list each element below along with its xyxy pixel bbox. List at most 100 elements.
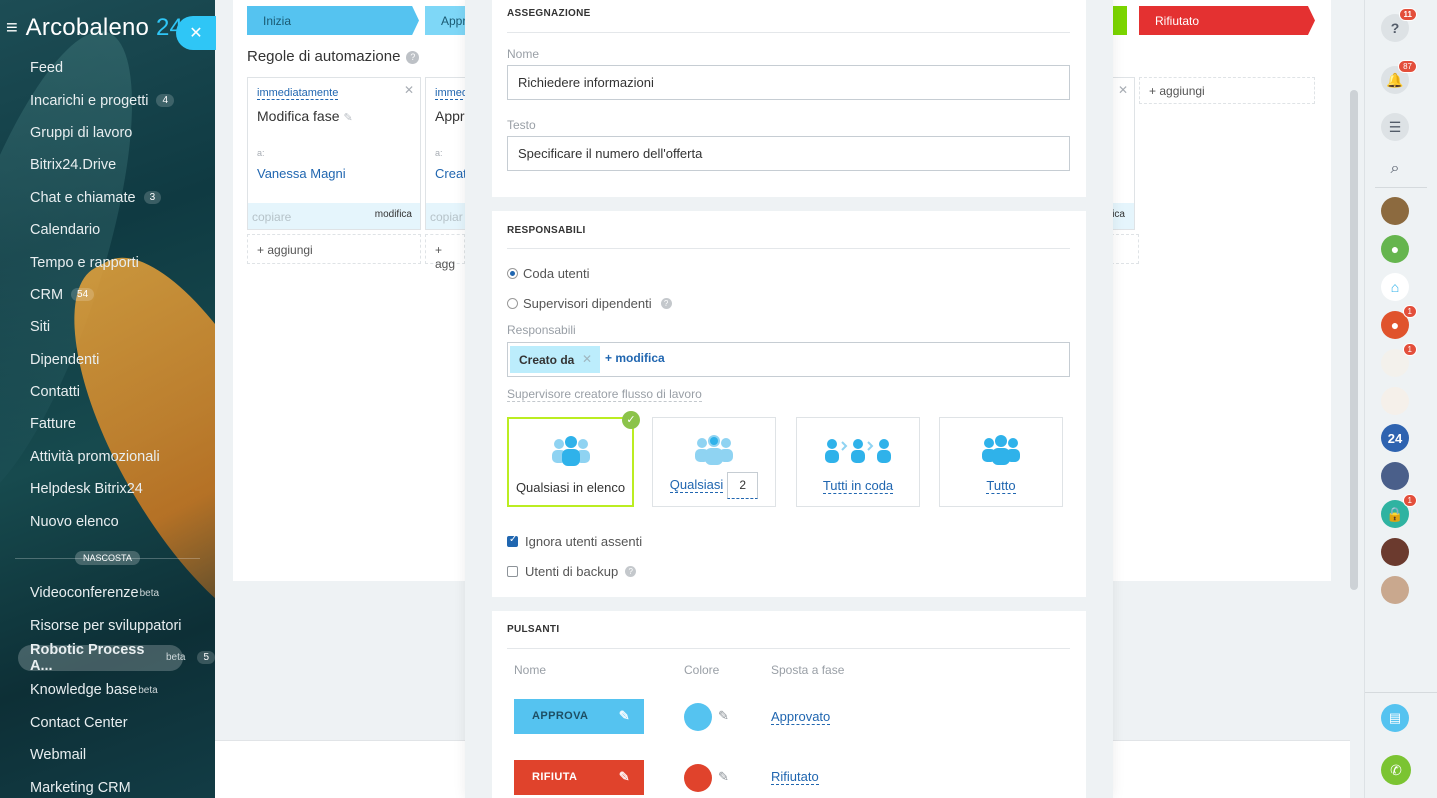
counter-badge: 3	[143, 191, 162, 205]
sidebar-item-promotions[interactable]: Attività promozionali	[0, 441, 215, 473]
help-icon[interactable]: ?	[625, 566, 637, 577]
avatar[interactable]: 1	[1381, 343, 1417, 377]
menu-icon[interactable]: ≡	[6, 17, 18, 40]
sidebar-item-sites[interactable]: Siti	[0, 311, 215, 343]
sidebar-item-drive[interactable]: Bitrix24.Drive	[0, 149, 215, 181]
approve-button[interactable]: APPROVA ✎	[514, 699, 644, 734]
sidebar-item-webmail[interactable]: Webmail	[0, 739, 215, 771]
close-icon[interactable]: ✕	[1118, 83, 1128, 97]
phone-icon[interactable]: ✆	[1381, 755, 1411, 785]
sidebar-item-feed[interactable]: Feed	[0, 52, 215, 84]
portal-logo[interactable]: Arcobaleno 24	[26, 14, 183, 42]
avatar[interactable]	[1381, 576, 1409, 604]
avatar[interactable]	[1381, 197, 1409, 225]
avatar[interactable]	[1381, 462, 1409, 490]
rule-timing[interactable]: immed	[435, 87, 469, 100]
sidebar-item-rpa[interactable]: Robotic Process A... beta 5	[0, 642, 215, 674]
sidebar-item-tasks[interactable]: Incarichi e progetti 4	[0, 84, 215, 116]
sidebar-item-marketing[interactable]: Marketing CRM	[0, 771, 215, 798]
chat-icon[interactable]: ☰	[1381, 113, 1409, 141]
sidebar-item-knowledge-base[interactable]: Knowledge base beta	[0, 674, 215, 706]
lock-icon[interactable]: 🔒 1	[1381, 494, 1417, 528]
section-title: ASSEGNAZIONE	[507, 8, 591, 19]
sidebar-item-developer-resources[interactable]: Risorse per sviluppatori	[0, 609, 215, 641]
radio-supervisors[interactable]: Supervisori dipendenti?	[507, 296, 672, 311]
avatar[interactable]	[1381, 538, 1409, 566]
stage-select-link[interactable]: Rifiutato	[771, 769, 819, 785]
backup-users-checkbox[interactable]: Utenti di backup?	[507, 564, 637, 579]
sidebar-item-time-reports[interactable]: Tempo e rapporti	[0, 246, 215, 278]
sidebar-menu: Feed Incarichi e progetti 4 Gruppi di lav…	[0, 52, 215, 538]
phone-transfer-icon[interactable]: ▤	[1381, 704, 1409, 732]
sidebar-item-videoconference[interactable]: Videoconferenze beta	[0, 577, 215, 609]
rule-user[interactable]: Creat	[435, 166, 467, 181]
rule-card[interactable]: immediatamente ✕ Modifica fase ✎ a: Vanes…	[247, 77, 421, 230]
help-icon[interactable]: ?	[660, 298, 672, 309]
color-swatch[interactable]	[684, 703, 712, 731]
modify-link[interactable]: modifica	[375, 209, 412, 220]
stage-select-link[interactable]: Approvato	[771, 709, 831, 725]
option-any[interactable]: Qualsiasi 2	[652, 417, 776, 507]
sidebar-item-calendar[interactable]: Calendario	[0, 214, 215, 246]
add-rule-button[interactable]: + aggiungi	[247, 234, 421, 264]
copy-link[interactable]: copiare	[252, 210, 291, 224]
ignore-absent-checkbox[interactable]: Ignora utenti assenti	[507, 534, 642, 549]
pencil-icon[interactable]: ✎	[718, 708, 729, 724]
sidebar-item-crm[interactable]: CRM 54	[0, 279, 215, 311]
rule-user[interactable]: Vanessa Magni	[257, 166, 346, 181]
add-rule-button[interactable]: + aggiungi	[1139, 77, 1315, 104]
radio-button[interactable]	[507, 298, 518, 309]
supervisor-label[interactable]: Supervisore creatore flusso di lavoro	[507, 387, 702, 402]
hidden-section-label[interactable]: NASCOSTA	[75, 551, 140, 565]
bell-icon[interactable]: 🔔 87	[1381, 60, 1417, 94]
rule-timing[interactable]: immediatamente	[257, 87, 339, 100]
text-label: Testo	[507, 118, 536, 132]
avatar[interactable]: ●	[1381, 235, 1409, 263]
help-icon[interactable]: ? 11	[1381, 8, 1417, 42]
checkbox[interactable]	[507, 566, 518, 577]
avatar[interactable]: ● 1	[1381, 305, 1417, 339]
search-icon[interactable]: ⌕	[1381, 155, 1409, 183]
pencil-icon[interactable]: ✎	[619, 769, 630, 785]
add-rule-button[interactable]: + agg	[425, 234, 465, 271]
option-all[interactable]: Tutto	[939, 417, 1063, 507]
checkbox[interactable]	[507, 534, 518, 547]
option-all-in-queue[interactable]: Tutti in coda	[796, 417, 920, 507]
responsible-field[interactable]: Creato da ✕ + modifica	[507, 342, 1070, 377]
help-icon[interactable]: ?	[406, 50, 420, 64]
remove-tag-icon[interactable]: ✕	[582, 352, 592, 366]
text-input[interactable]: Specificare il numero dell'offerta	[507, 136, 1070, 171]
reject-button[interactable]: RIFIUTA ✎	[514, 760, 644, 795]
color-swatch[interactable]	[684, 764, 712, 792]
sidebar-item-contacts[interactable]: Contatti	[0, 376, 215, 408]
sidebar-item-chat[interactable]: Chat e chiamate 3	[0, 182, 215, 214]
option-any-in-list[interactable]: ✓ Qualsiasi in elenco	[507, 411, 640, 507]
add-responsible-link[interactable]: + modifica	[605, 351, 665, 365]
sidebar-item-helpdesk[interactable]: Helpdesk Bitrix24	[0, 473, 215, 505]
sidebar-item-employees[interactable]: Dipendenti	[0, 344, 215, 376]
sidebar-item-invoices[interactable]: Fatture	[0, 408, 215, 440]
stage-inizia[interactable]: Inizia	[247, 6, 419, 35]
sidebar-item-workgroups[interactable]: Gruppi di lavoro	[0, 117, 215, 149]
quantity-input[interactable]: 2	[727, 472, 759, 499]
right-toolbar: ? 11 🔔 87 ☰ ⌕ ● ⌂ ● 1 1 24 🔒 1 ▤ ✆	[1364, 0, 1437, 798]
sidebar-item-contact-center[interactable]: Contact Center	[0, 707, 215, 739]
pencil-icon[interactable]: ✎	[619, 708, 630, 724]
radio-button[interactable]	[507, 268, 518, 279]
copy-link[interactable]: copiar	[430, 210, 463, 224]
pencil-icon[interactable]: ✎	[343, 112, 352, 124]
avatar[interactable]	[1381, 387, 1409, 415]
close-icon[interactable]: ✕	[404, 83, 414, 97]
sidebar-item-new-list[interactable]: Nuovo elenco	[0, 505, 215, 537]
stage-rifiutato[interactable]: Rifiutato	[1139, 6, 1315, 35]
counter-badge: 54	[71, 288, 95, 302]
users-group-icon	[509, 433, 632, 470]
bitrix24-icon[interactable]: 24	[1381, 424, 1409, 452]
page-scrollbar[interactable]	[1350, 90, 1358, 590]
radio-user-queue[interactable]: Coda utenti	[507, 266, 590, 281]
avatar[interactable]: ⌂	[1381, 273, 1409, 301]
sidebar-hidden-menu: Videoconferenze beta Risorse per sviluppa…	[0, 577, 215, 798]
pencil-icon[interactable]: ✎	[718, 769, 729, 785]
name-input[interactable]: Richiedere informazioni	[507, 65, 1070, 100]
close-slider-button[interactable]: ✕	[176, 16, 216, 50]
